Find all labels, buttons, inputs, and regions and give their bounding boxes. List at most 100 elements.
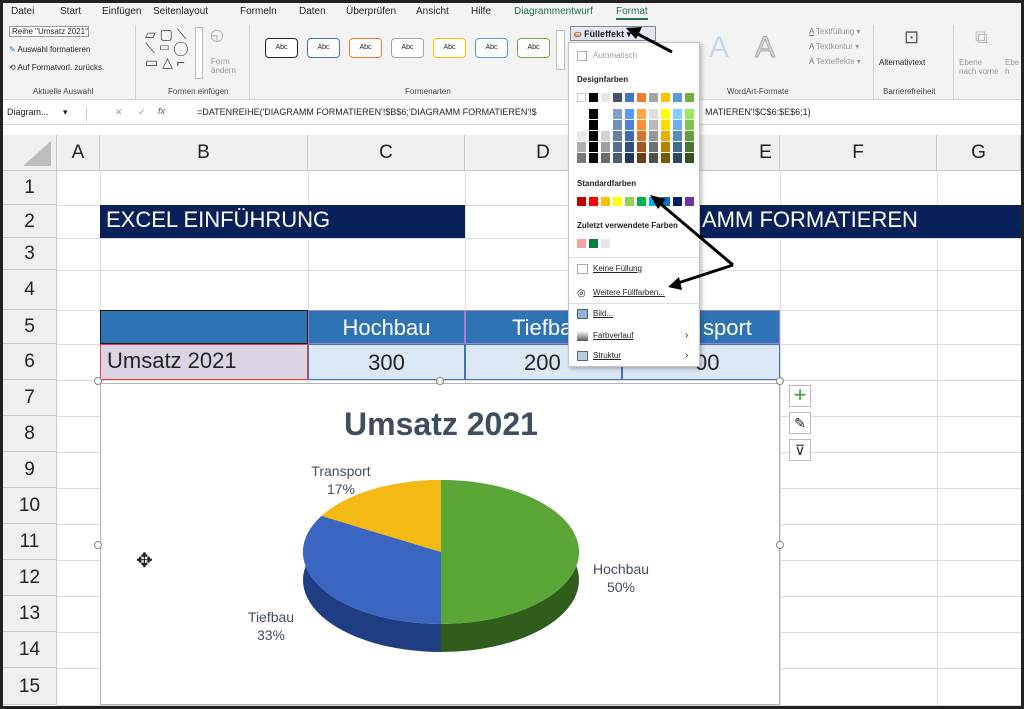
row-header-5[interactable]: 5	[3, 310, 57, 344]
theme-color-shade[interactable]	[649, 131, 658, 141]
resize-handle[interactable]	[94, 541, 102, 549]
tab-format[interactable]: Format	[616, 6, 648, 20]
theme-color-shade[interactable]	[685, 153, 694, 163]
column-header-b[interactable]: B	[100, 135, 308, 171]
row-header-8[interactable]: 8	[3, 416, 57, 452]
theme-color-shade[interactable]	[637, 142, 646, 152]
row-header-9[interactable]: 9	[3, 452, 57, 488]
row-header-12[interactable]: 12	[3, 560, 57, 596]
theme-color-shade[interactable]	[649, 120, 658, 130]
resize-handle[interactable]	[776, 541, 784, 549]
confirm-icon[interactable]: ✓	[138, 107, 146, 118]
theme-color-swatch[interactable]	[601, 93, 610, 102]
shape-style-option[interactable]: Abc	[349, 38, 382, 58]
standard-color-swatch[interactable]	[613, 197, 622, 206]
reset-style-button[interactable]: ⟲ Auf Formatvorl. zurücks.	[9, 63, 104, 72]
tab-formeln[interactable]: Formeln	[240, 6, 277, 17]
shape-style-option[interactable]: Abc	[391, 38, 424, 58]
standard-color-swatch[interactable]	[577, 197, 586, 206]
theme-color-shade[interactable]	[637, 131, 646, 141]
theme-color-shade[interactable]	[673, 131, 682, 141]
theme-color-shade[interactable]	[625, 120, 634, 130]
texture-fill-option[interactable]: Struktur	[577, 351, 621, 361]
data-label-transport[interactable]: Transport 17%	[311, 463, 371, 497]
theme-color-shade[interactable]	[601, 142, 610, 152]
theme-color-shade[interactable]	[661, 142, 670, 152]
column-header-g[interactable]: G	[937, 135, 1021, 171]
row-header-14[interactable]: 14	[3, 632, 57, 668]
chart-element-dropdown[interactable]: Reihe "Umsatz 2021" Punkt	[9, 26, 89, 37]
chart-elements-plus-icon[interactable]: +	[789, 384, 811, 407]
row-header-6[interactable]: 6	[3, 344, 57, 380]
theme-color-shade[interactable]	[649, 153, 658, 163]
theme-color-shade[interactable]	[577, 142, 586, 152]
row-header-15[interactable]: 15	[3, 668, 57, 705]
pie-chart[interactable]: Hochbau 50% Tiefbau 33% Transport 17%	[101, 384, 781, 706]
chart-filter-icon[interactable]: ⊽	[789, 439, 811, 461]
theme-color-swatch[interactable]	[661, 93, 670, 102]
theme-color-swatch[interactable]	[637, 93, 646, 102]
theme-color-swatch[interactable]	[649, 93, 658, 102]
send-backward-button[interactable]: Ebe h	[1005, 58, 1023, 76]
column-header-f[interactable]: F	[780, 135, 937, 171]
row-header-7[interactable]: 7	[3, 380, 57, 416]
theme-color-shade[interactable]	[613, 109, 622, 119]
recent-color-swatch[interactable]	[577, 239, 586, 248]
tab-ueberpruefen[interactable]: Überprüfen	[346, 6, 396, 17]
standard-color-swatch[interactable]	[637, 197, 646, 206]
theme-color-swatch[interactable]	[685, 93, 694, 102]
standard-color-swatch[interactable]	[589, 197, 598, 206]
standard-color-swatch[interactable]	[601, 197, 610, 206]
theme-color-shade[interactable]	[661, 120, 670, 130]
recent-color-swatch[interactable]	[601, 239, 610, 248]
theme-color-shade[interactable]	[625, 142, 634, 152]
theme-color-shade[interactable]	[625, 153, 634, 163]
row-header-11[interactable]: 11	[3, 524, 57, 560]
resize-handle[interactable]	[436, 377, 444, 385]
tab-ansicht[interactable]: Ansicht	[416, 6, 449, 17]
theme-color-shade[interactable]	[685, 120, 694, 130]
text-fill-button[interactable]: A Textfüllung ▾	[809, 27, 860, 36]
shapes-gallery[interactable]: ▱ ▢ ⟍ ⟍ ▭ ◯ ▭ △ ⌐	[145, 27, 195, 79]
change-shape-button[interactable]: Form ändern	[211, 57, 241, 75]
theme-color-shade[interactable]	[637, 153, 646, 163]
theme-color-shade[interactable]	[589, 120, 598, 130]
theme-color-shade[interactable]	[673, 142, 682, 152]
theme-color-shade[interactable]	[613, 120, 622, 130]
theme-color-shade[interactable]	[685, 131, 694, 141]
resize-handle[interactable]	[776, 377, 784, 385]
wordart-sample-1[interactable]: A	[709, 31, 729, 65]
theme-color-shade[interactable]	[589, 131, 598, 141]
header-empty-cell[interactable]	[100, 310, 308, 344]
theme-color-shade[interactable]	[625, 131, 634, 141]
text-effects-button[interactable]: A Texteffekte ▾	[809, 57, 861, 66]
tab-diagrammentwurf[interactable]: Diagrammentwurf	[514, 6, 593, 17]
theme-color-shade[interactable]	[673, 120, 682, 130]
tab-daten[interactable]: Daten	[299, 6, 326, 17]
row-header-10[interactable]: 10	[3, 488, 57, 524]
shape-style-option[interactable]: Abc	[517, 38, 550, 58]
fill-effect-button[interactable]: ⛀ Fülleffekt ▾	[570, 26, 656, 41]
name-box[interactable]: Diagram... ▾	[7, 107, 87, 122]
theme-color-shade[interactable]	[589, 109, 598, 119]
no-fill-option[interactable]: Keine Füllung	[577, 264, 642, 274]
recent-color-swatch[interactable]	[589, 239, 598, 248]
column-header-a[interactable]: A	[57, 135, 100, 171]
standard-color-swatch[interactable]	[673, 197, 682, 206]
cancel-icon[interactable]: ✕	[115, 107, 123, 118]
theme-color-shade[interactable]	[661, 153, 670, 163]
standard-color-swatch[interactable]	[661, 197, 670, 206]
shape-style-option[interactable]: Abc	[475, 38, 508, 58]
select-all-corner[interactable]	[3, 135, 57, 171]
theme-color-shade[interactable]	[577, 109, 586, 119]
more-fill-colors-option[interactable]: ◎ Weitere Füllfarben...	[577, 288, 665, 299]
standard-color-swatch[interactable]	[685, 197, 694, 206]
theme-color-shade[interactable]	[613, 153, 622, 163]
theme-color-shade[interactable]	[685, 109, 694, 119]
theme-color-shade[interactable]	[625, 109, 634, 119]
theme-color-shade[interactable]	[577, 153, 586, 163]
function-icon[interactable]: fx	[158, 106, 165, 116]
tab-seitenlayout[interactable]: Seitenlayout	[153, 6, 208, 17]
theme-color-shade[interactable]	[637, 120, 646, 130]
theme-color-swatch[interactable]	[577, 93, 586, 102]
